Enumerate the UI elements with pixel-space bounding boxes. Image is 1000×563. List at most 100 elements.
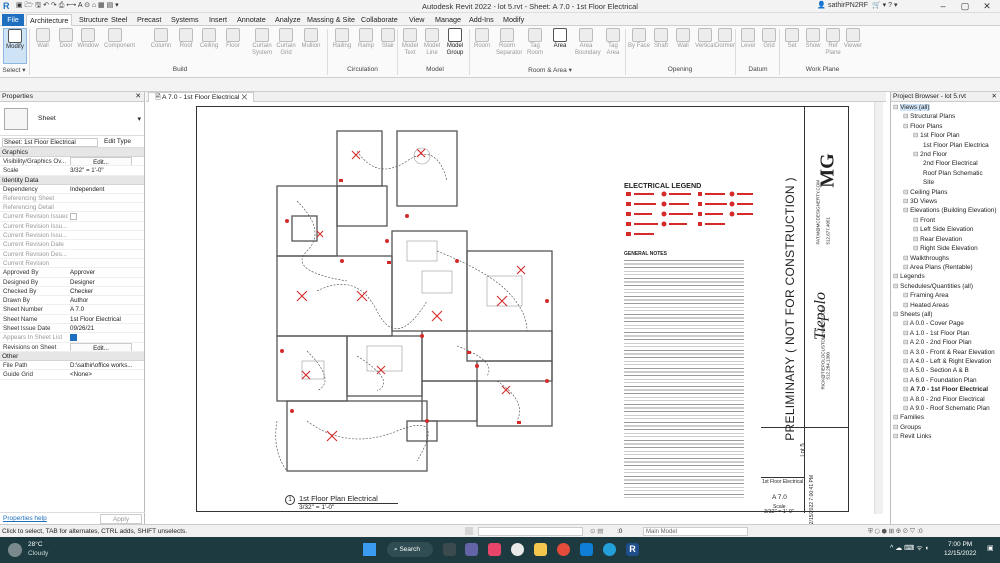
area-boundary-button[interactable]: Area Boundary (575, 28, 601, 57)
room-button[interactable]: Room (471, 28, 493, 50)
expand-icon[interactable]: ⊟ (903, 377, 910, 384)
edit-type-button[interactable]: Edit Type (104, 138, 131, 145)
vertical-button[interactable]: Vertical (694, 28, 716, 50)
door-button[interactable]: Door (55, 28, 77, 50)
checkbox[interactable] (70, 213, 77, 221)
property-value[interactable]: Approver (68, 268, 144, 276)
tab-precast[interactable]: Precast (134, 14, 164, 26)
property-value[interactable]: 09/26/21 (68, 324, 144, 332)
property-value[interactable] (68, 333, 144, 342)
property-value[interactable]: Independent (68, 185, 144, 193)
tab-structure[interactable]: Structure (76, 14, 111, 26)
property-row[interactable]: Referencing Detail (0, 203, 144, 213)
tab-modify[interactable]: Modify (500, 14, 527, 26)
expand-icon[interactable]: ⊟ (903, 396, 910, 403)
property-value[interactable] (68, 203, 144, 211)
browser-item[interactable]: 1st Floor Plan Electrica (893, 141, 996, 150)
property-row[interactable]: Current Revision Des... (0, 250, 144, 259)
column-button[interactable]: Column (150, 28, 172, 50)
property-row[interactable]: File Path D:\sathir\office works... (0, 361, 144, 371)
vertical-scrollbar[interactable] (874, 102, 883, 514)
cart-icon[interactable]: 🛒 ▾ ? ▾ (872, 1, 897, 9)
property-row[interactable]: Guide Grid <None> (0, 370, 144, 380)
roof-button[interactable]: Roof (175, 28, 197, 50)
property-row[interactable]: Referencing Sheet (0, 194, 144, 204)
browser-item[interactable]: ⊟ 2nd Floor (893, 150, 996, 159)
property-row[interactable]: Sheet Name 1st Floor Electrical (0, 315, 144, 325)
browser-item[interactable]: ⊟ 1st Floor Plan (893, 131, 996, 140)
expand-icon[interactable]: ⊟ (903, 330, 910, 337)
property-value[interactable]: Edit... (68, 342, 144, 351)
browser-item[interactable]: ⊟ Groups (893, 423, 996, 432)
tab-file[interactable]: File (2, 14, 24, 26)
property-row[interactable]: Visibility/Graphics Ov... Edit... (0, 157, 144, 167)
task-view-icon[interactable] (443, 543, 456, 556)
expand-icon[interactable]: ⊟ (903, 339, 910, 346)
property-value[interactable]: 3/32" = 1'-0" (68, 166, 144, 174)
property-row[interactable]: Sheet Issue Date 09/26/21 (0, 324, 144, 334)
browser-item[interactable]: ⊟ A 4.0 - Left & Right Elevation (893, 357, 996, 366)
property-value[interactable] (68, 240, 144, 248)
app-icon[interactable] (488, 543, 501, 556)
railing-button[interactable]: Railing (331, 28, 353, 50)
property-row[interactable]: Revisions on Sheet Edit... (0, 342, 144, 352)
room-separator-button[interactable]: Room Separator (496, 28, 522, 57)
browser-item[interactable]: ⊟ Structural Plans (893, 112, 996, 121)
tab-systems[interactable]: Systems (168, 14, 202, 26)
wall-button[interactable]: Wall (672, 28, 694, 50)
tray-icons[interactable]: ^ ☁ ⌨ ᯤ ◖ (890, 544, 929, 553)
property-row[interactable]: Designed By Designer (0, 278, 144, 287)
browser-item[interactable]: ⊟ A 5.0 - Section A & B (893, 366, 996, 375)
properties-help-link[interactable]: Properties help (3, 515, 47, 522)
browser-item[interactable]: ⊟ Floor Plans (893, 122, 996, 131)
area-button[interactable]: Area (549, 28, 571, 50)
revit-logo-icon[interactable]: R (3, 1, 10, 11)
user-icon[interactable]: 👤 (817, 1, 826, 9)
browser-item[interactable]: ⊟ Schedules/Quantities (all) (893, 282, 996, 291)
property-value[interactable]: <None> (68, 370, 144, 378)
property-value[interactable] (68, 231, 144, 239)
browser-item[interactable]: ⊟ A 2.0 - 2nd Floor Plan (893, 338, 996, 347)
windows-start-icon[interactable] (363, 543, 376, 556)
app-icon[interactable] (511, 543, 524, 556)
property-row[interactable]: Checked By Checker (0, 287, 144, 297)
property-value[interactable] (68, 212, 144, 221)
property-row[interactable]: Appears In Sheet List (0, 333, 144, 343)
wall-button[interactable]: Wall (32, 28, 54, 50)
chrome-icon[interactable] (557, 543, 570, 556)
property-row[interactable]: Current Revision Issu... (0, 222, 144, 232)
viewer-button[interactable]: Viewer (842, 28, 864, 50)
property-value[interactable]: Author (68, 296, 144, 304)
curtain-system-button[interactable]: Curtain System (251, 28, 273, 57)
close-icon[interactable]: ✕ (992, 92, 997, 102)
tab-collaborate[interactable]: Collaborate (358, 14, 401, 26)
drawing-canvas[interactable]: 1 1st Floor Plan Electrical 3/32" = 1'-0… (146, 102, 886, 527)
tab-steel[interactable]: Steel (108, 14, 130, 26)
browser-item[interactable]: ⊟ A 0.0 - Cover Page (893, 319, 996, 328)
view-title-block[interactable]: 1 1st Floor Plan Electrical 3/32" = 1'-0… (285, 494, 405, 511)
expand-icon[interactable]: ⊟ (903, 405, 910, 412)
app-icon[interactable] (603, 543, 616, 556)
workset-dropdown[interactable] (478, 527, 583, 536)
file-explorer-icon[interactable] (534, 543, 547, 556)
browser-item[interactable]: ⊟ Walkthroughs (893, 254, 996, 263)
checkbox-checked[interactable] (70, 334, 77, 342)
browser-item[interactable]: ⊟ A 9.0 - Roof Schematic Plan (893, 404, 996, 413)
expand-icon[interactable]: ⊟ (903, 367, 910, 374)
revit-taskbar-icon[interactable]: R (626, 543, 639, 556)
tab-add-ins[interactable]: Add-Ins (466, 14, 497, 26)
property-row[interactable]: Current Revision Date (0, 240, 144, 250)
ceiling-button[interactable]: Ceiling (198, 28, 220, 50)
close-icon[interactable]: ✕ (241, 94, 247, 101)
mullion-button[interactable]: Mullion (300, 28, 322, 50)
property-value[interactable]: Checker (68, 287, 144, 295)
tag-room-button[interactable]: Tag Room (524, 28, 546, 57)
property-value[interactable] (68, 194, 144, 202)
property-value[interactable]: Edit... (68, 157, 144, 166)
floor-button[interactable]: Floor (222, 28, 244, 50)
user-name[interactable]: sathirPN2RF (828, 2, 868, 9)
browser-item[interactable]: ⊟ Revit Links (893, 432, 996, 441)
browser-item[interactable]: ⊟ A 7.0 - 1st Floor Electrical (893, 385, 996, 394)
weather-icon[interactable] (8, 543, 22, 557)
expand-icon[interactable]: ⊟ (903, 264, 910, 271)
